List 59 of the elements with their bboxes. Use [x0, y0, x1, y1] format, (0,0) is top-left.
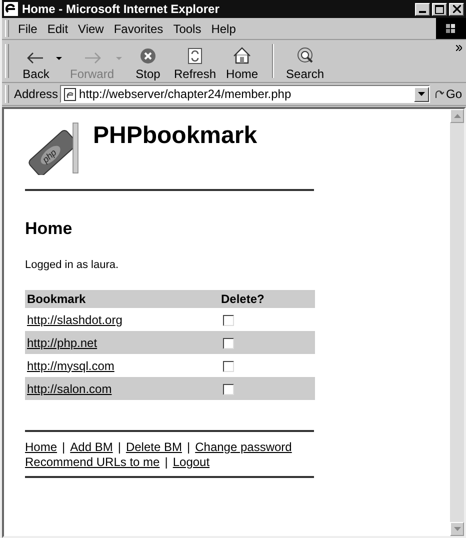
dropdown-caret-icon — [418, 92, 425, 96]
maximize-icon — [435, 4, 444, 14]
delete-checkbox[interactable] — [223, 338, 234, 349]
dropdown-button[interactable] — [414, 86, 429, 102]
page-icon — [64, 88, 76, 100]
close-button[interactable] — [449, 2, 464, 16]
menu-item[interactable]: Tools — [169, 22, 208, 36]
column-header: Bookmark — [27, 292, 87, 306]
bookmark-link[interactable]: http://salon.com — [27, 382, 112, 396]
page-heading: Home — [25, 219, 74, 239]
scroll-up-icon — [454, 114, 460, 118]
footer-link[interactable]: Home — [25, 440, 58, 454]
menu-item[interactable]: Favorites — [110, 22, 170, 36]
refresh-button[interactable]: Refresh — [170, 41, 220, 81]
footer-link[interactable]: Change password — [195, 440, 292, 454]
address-label: Address — [14, 87, 58, 101]
delete-checkbox[interactable] — [223, 384, 234, 395]
site-title: PHPbookmark — [93, 122, 258, 150]
go-arrow-icon — [434, 89, 444, 99]
go-button[interactable]: Go — [430, 87, 466, 101]
bookmark-link[interactable]: http://mysql.com — [27, 358, 114, 372]
browser-logo-icon — [4, 2, 18, 16]
link-separator: | — [164, 455, 168, 469]
right-arrow-icon — [83, 52, 101, 64]
window-title: Home - Microsoft Internet Explorer — [22, 2, 220, 16]
close-icon — [452, 5, 460, 13]
delete-checkbox[interactable] — [223, 314, 234, 326]
footer-link[interactable]: Logout — [172, 455, 210, 469]
home-button[interactable]: Home — [220, 41, 264, 81]
menu-item[interactable]: Edit — [43, 22, 74, 36]
link-separator: | — [186, 440, 190, 454]
house-icon — [233, 47, 252, 64]
footer-link[interactable]: Delete BM — [126, 440, 182, 454]
column-header: Delete? — [221, 292, 266, 306]
chevron-icon — [456, 45, 462, 51]
address-field[interactable]: http://webserver/chapter24/member.php — [60, 85, 430, 103]
search-button[interactable]: Search — [282, 41, 328, 81]
minimize-button[interactable] — [415, 2, 430, 16]
menu-item[interactable]: File — [14, 22, 44, 36]
vertical-scrollbar[interactable] — [450, 109, 464, 536]
bookmark-link[interactable]: http://slashdot.org — [27, 312, 122, 326]
login-status-text: Logged in as laura. — [25, 259, 120, 271]
maximize-button[interactable] — [432, 2, 447, 16]
refresh-icon — [188, 48, 202, 64]
stop-button[interactable]: Stop — [126, 41, 170, 81]
scroll-down-icon — [454, 527, 460, 531]
footer-link[interactable]: Recommend URLs to me — [25, 455, 160, 469]
delete-checkbox[interactable] — [223, 360, 234, 372]
link-separator: | — [62, 440, 66, 454]
search-icon — [296, 47, 314, 64]
left-arrow-icon — [27, 52, 45, 64]
footer-link[interactable]: Add BM — [70, 440, 113, 454]
windows-flag-icon — [446, 24, 456, 34]
stop-icon — [140, 48, 156, 64]
back-button[interactable]: Back — [14, 41, 58, 81]
menu-item[interactable]: View — [74, 22, 110, 36]
menu-item[interactable]: Help — [207, 22, 242, 36]
bookmark-link[interactable]: http://php.net — [27, 336, 98, 350]
link-separator: | — [118, 440, 121, 454]
